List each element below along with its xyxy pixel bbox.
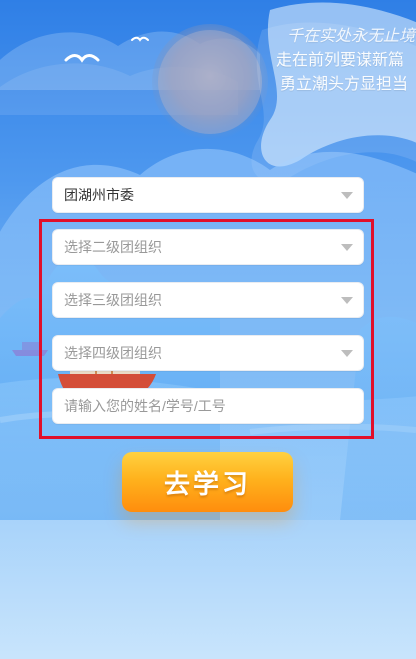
slogan-calligraphy: 千在实处永无止境 走在前列要谋新篇 勇立潮头方显担当 — [276, 24, 416, 96]
level2-organization-select[interactable]: 选择二级团组织 — [52, 229, 364, 265]
slogan-line-3: 勇立潮头方显担当 — [280, 74, 409, 93]
chevron-down-icon — [341, 244, 353, 251]
form-spacer — [52, 371, 364, 388]
chevron-down-icon — [341, 192, 353, 199]
level3-organization-select[interactable]: 选择三级团组织 — [52, 282, 364, 318]
chevron-down-icon — [341, 350, 353, 357]
level3-placeholder: 选择三级团组织 — [64, 292, 162, 308]
name-id-input[interactable]: 请输入您的姓名/学号/工号 — [52, 388, 364, 424]
name-input-placeholder: 请输入您的姓名/学号/工号 — [64, 398, 226, 414]
go-study-label: 去学习 — [163, 469, 251, 500]
city-committee-select[interactable]: 团湖州市委 — [52, 177, 364, 213]
chevron-down-icon — [341, 297, 353, 304]
city-committee-value: 团湖州市委 — [64, 187, 134, 203]
organization-form: 团湖州市委 选择二级团组织 选择三级团组织 选择四级团组织 请输入您的姓名/学号… — [52, 177, 364, 424]
level2-placeholder: 选择二级团组织 — [64, 239, 162, 255]
level4-placeholder: 选择四级团组织 — [64, 345, 162, 361]
slogan-line-1: 千在实处永无止境 — [287, 26, 416, 45]
level4-organization-select[interactable]: 选择四级团组织 — [52, 335, 364, 371]
go-study-button[interactable]: 去学习 — [122, 452, 293, 512]
form-spacer — [52, 318, 364, 335]
form-spacer — [52, 265, 364, 282]
slogan-line-2: 走在前列要谋新篇 — [276, 50, 405, 69]
form-spacer — [52, 213, 364, 229]
